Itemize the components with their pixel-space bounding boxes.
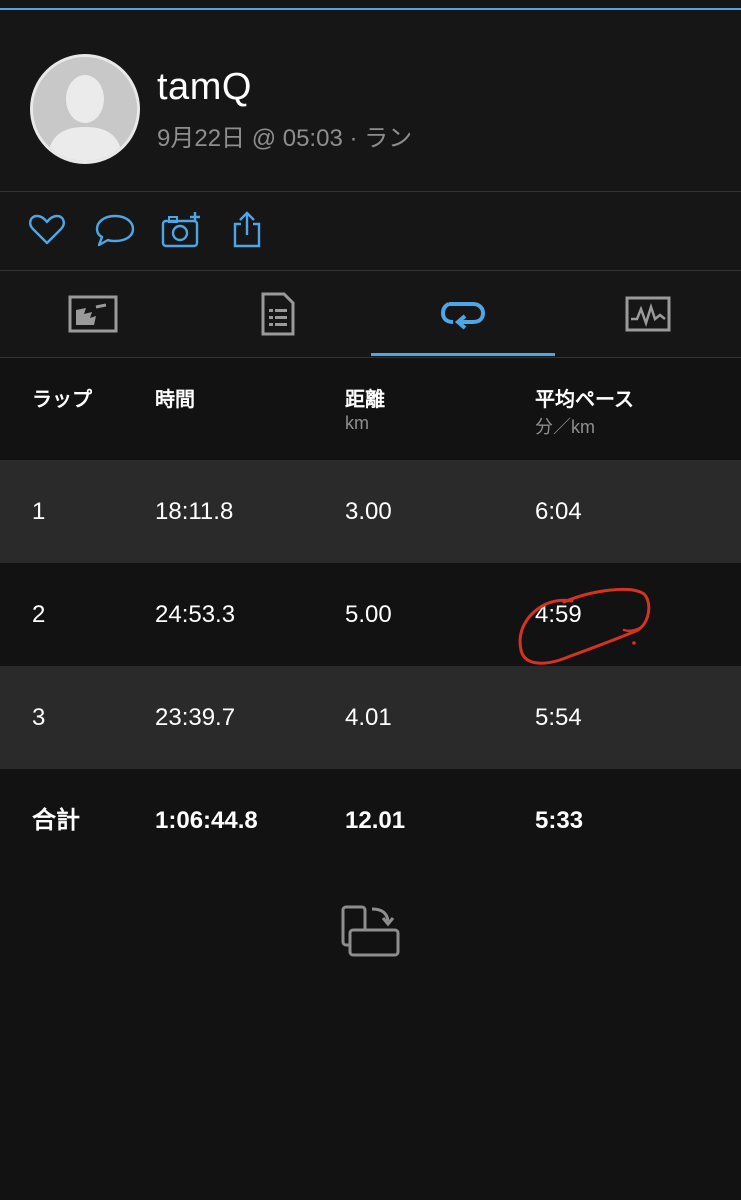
- tab-laps[interactable]: [370, 271, 555, 357]
- total-pace: 5:33: [535, 807, 584, 834]
- tab-chart[interactable]: [0, 271, 185, 357]
- lap-time: 24:53.3: [155, 601, 236, 628]
- header-distance-unit: km: [345, 413, 369, 433]
- lap-number: 3: [32, 704, 46, 731]
- person-icon: [33, 57, 137, 161]
- lap-pace: 5:54: [535, 704, 582, 731]
- share-icon[interactable]: [229, 210, 269, 250]
- tab-details[interactable]: [185, 271, 370, 357]
- total-distance: 12.01: [345, 807, 406, 834]
- document-icon: [261, 292, 294, 336]
- laps-loop-icon: [440, 302, 485, 330]
- tab-bar: [0, 271, 741, 357]
- lap-pace: 6:04: [535, 498, 582, 525]
- total-time: 1:06:44.8: [155, 807, 258, 834]
- header-pace-unit: 分／km: [535, 417, 595, 437]
- action-bar: [0, 192, 741, 270]
- chart-icon: [68, 295, 117, 333]
- comment-icon[interactable]: [94, 210, 135, 250]
- lap-distance: 4.01: [345, 704, 392, 731]
- lap-number: 1: [32, 498, 46, 525]
- total-label: 合計: [32, 807, 80, 834]
- header-lap: ラップ: [32, 389, 92, 411]
- lap-time: 18:11.8: [155, 498, 234, 525]
- username[interactable]: tamQ: [157, 66, 252, 109]
- table-header: ラップ 時間 距離 km 平均ペース 分／km: [0, 358, 741, 460]
- header-time: 時間: [155, 389, 195, 411]
- lap-distance: 3.00: [345, 498, 392, 525]
- lap-number: 2: [32, 601, 46, 628]
- tab-graph[interactable]: [555, 271, 740, 357]
- active-tab-indicator: [371, 353, 555, 356]
- header-distance: 距離: [345, 389, 385, 411]
- activity-graph-icon: [625, 296, 670, 332]
- lap-pace: 4:59: [535, 601, 582, 628]
- lap-distance: 5.00: [345, 601, 392, 628]
- top-accent-line: [0, 0, 741, 10]
- header-avg-pace: 平均ペース: [535, 389, 634, 411]
- heart-icon[interactable]: [27, 210, 67, 250]
- avatar[interactable]: [30, 54, 140, 164]
- rotate-screen-icon[interactable]: [340, 903, 402, 959]
- table-row[interactable]: 1 18:11.8 3.00 6:04: [0, 460, 741, 563]
- add-photo-icon[interactable]: [161, 210, 201, 250]
- activity-header: tamQ 9月22日 @ 05:03 · ラン: [0, 10, 741, 191]
- total-row: 合計 1:06:44.8 12.01 5:33: [0, 769, 741, 872]
- table-row[interactable]: 3 23:39.7 4.01 5:54: [0, 666, 741, 769]
- activity-subtitle: 9月22日 @ 05:03 · ラン: [157, 125, 413, 152]
- table-row[interactable]: 2 24:53.3 5.00 4:59: [0, 563, 741, 666]
- lap-time: 23:39.7: [155, 704, 236, 731]
